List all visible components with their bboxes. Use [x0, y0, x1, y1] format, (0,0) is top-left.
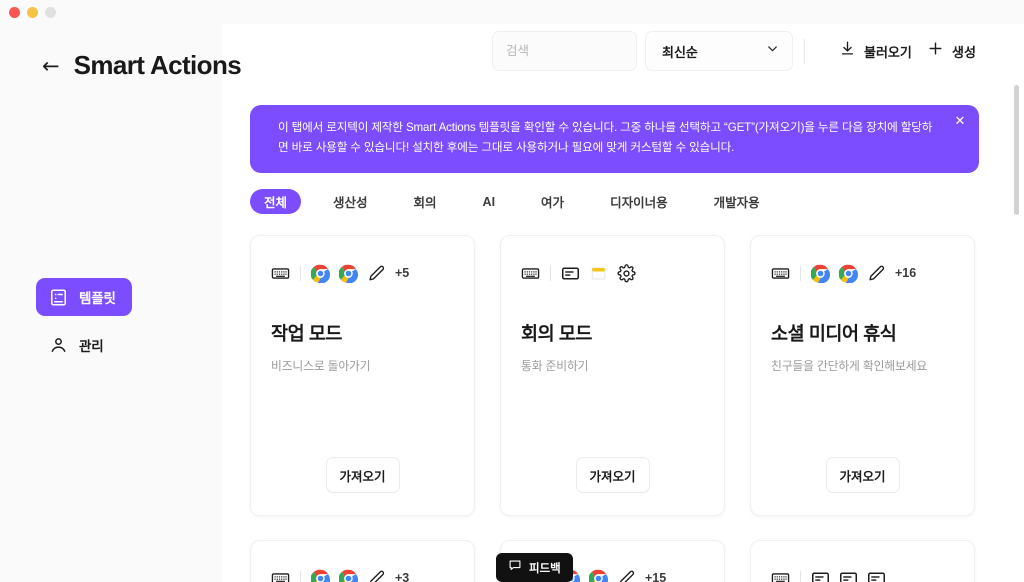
sort-selected-value: 최신순 [662, 44, 698, 60]
caption-icon [811, 569, 830, 582]
import-button[interactable]: 불러오기 [839, 31, 912, 71]
sidebar: 템플릿 관리 [0, 24, 222, 582]
pencil-icon [367, 264, 386, 283]
sticky-note-icon [589, 264, 608, 283]
keyboard-icon [271, 569, 290, 582]
window-maximize-button[interactable] [45, 6, 56, 18]
template-card-grid: +5 작업 모드 비즈니스로 돌아가기 가져오기 회의 모드 통화 준비하기 가… [250, 235, 1000, 582]
download-icon [839, 40, 856, 62]
chrome-icon [838, 264, 859, 283]
template-card[interactable]: 가져오기 [750, 540, 975, 582]
template-card[interactable]: 회의 모드 통화 준비하기 가져오기 [500, 235, 725, 516]
filter-chip-meeting[interactable]: 회의 [400, 189, 451, 214]
caption-icon [561, 264, 580, 283]
comment-icon [508, 558, 522, 577]
filter-chips: 전체 생산성 회의 AI 여가 디자이너용 개발자용 [250, 189, 792, 214]
template-card[interactable]: +16 소셜 미디어 휴식 친구들을 간단하게 확인해보세요 가져오기 [750, 235, 975, 516]
search-input[interactable] [506, 44, 667, 58]
plus-icon [927, 40, 944, 62]
icon-separator [800, 265, 801, 281]
header-divider [804, 39, 805, 64]
create-button-label: 생성 [952, 44, 976, 60]
card-icon-strip: +5 [271, 262, 454, 284]
filter-chip-productivity[interactable]: 생산성 [319, 189, 382, 214]
keyboard-icon [771, 569, 790, 582]
person-icon [49, 336, 68, 355]
caption-icon [839, 569, 858, 582]
card-get-button[interactable]: 가져오기 [325, 457, 400, 493]
filter-chip-all[interactable]: 전체 [250, 189, 302, 214]
filter-chip-designers[interactable]: 디자이너용 [596, 189, 682, 214]
card-get-button[interactable]: 가져오기 [575, 457, 650, 493]
card-title: 작업 모드 [271, 323, 342, 344]
pencil-icon [617, 569, 636, 582]
sidebar-item-templates-label: 템플릿 [79, 291, 116, 306]
chrome-icon [310, 569, 330, 582]
icon-separator [550, 265, 551, 281]
sidebar-item-manage-label: 관리 [79, 339, 104, 354]
card-extra-count: +15 [645, 571, 667, 582]
card-extra-count: +16 [895, 266, 917, 280]
chrome-icon [338, 569, 358, 582]
feedback-button[interactable]: 피드백 [496, 553, 573, 582]
icon-separator [300, 570, 301, 582]
sort-dropdown[interactable]: 최신순 [645, 31, 793, 71]
info-banner-text: 이 탭에서 로지텍이 제작한 Smart Actions 템플릿을 확인할 수 … [278, 121, 933, 154]
card-extra-count: +3 [395, 571, 410, 582]
card-icon-strip [771, 567, 954, 582]
sidebar-item-manage[interactable]: 관리 [36, 326, 119, 364]
chrome-icon [338, 264, 359, 283]
template-card[interactable]: +3 가져오기 [250, 540, 475, 582]
main-content: 이 탭에서 로지텍이 제작한 Smart Actions 템플릿을 확인할 수 … [222, 102, 1024, 582]
card-subtitle: 통화 준비하기 [521, 359, 589, 373]
scrollbar-thumb[interactable] [1014, 85, 1019, 215]
filter-chip-leisure[interactable]: 여가 [527, 189, 578, 214]
card-get-button[interactable]: 가져오기 [825, 457, 900, 493]
card-extra-count: +5 [395, 266, 410, 280]
card-subtitle: 친구들을 간단하게 확인해보세요 [771, 359, 928, 373]
import-button-label: 불러오기 [864, 44, 912, 60]
feedback-button-label: 피드백 [529, 562, 561, 575]
card-title: 소셜 미디어 휴식 [771, 323, 897, 344]
keyboard-icon [521, 264, 540, 283]
search-box[interactable] [492, 31, 681, 71]
card-title: 회의 모드 [521, 323, 592, 344]
card-row: +5 작업 모드 비즈니스로 돌아가기 가져오기 회의 모드 통화 준비하기 가… [250, 235, 1000, 516]
window-titlebar [0, 0, 1024, 24]
pencil-icon [367, 569, 386, 582]
icon-separator [300, 265, 301, 281]
keyboard-icon [771, 264, 790, 283]
pencil-icon [867, 264, 886, 283]
create-button[interactable]: 생성 [927, 31, 976, 71]
chrome-icon [588, 569, 608, 582]
header: ← Smart Actions 최신순 [42, 24, 1024, 102]
sidebar-item-templates[interactable]: 템플릿 [36, 278, 132, 316]
close-icon[interactable]: ✕ [952, 113, 968, 129]
template-card[interactable]: +5 작업 모드 비즈니스로 돌아가기 가져오기 [250, 235, 475, 516]
page-title: Smart Actions [73, 50, 242, 80]
card-icon-strip: +3 [271, 567, 454, 582]
info-banner: 이 탭에서 로지텍이 제작한 Smart Actions 템플릿을 확인할 수 … [250, 105, 979, 173]
back-button[interactable]: ← [42, 56, 60, 77]
chrome-icon [810, 264, 831, 283]
filter-chip-developers[interactable]: 개발자용 [700, 189, 774, 214]
template-icon [49, 288, 68, 307]
filter-chip-ai[interactable]: AI [469, 189, 510, 214]
page-title-group: ← Smart Actions [42, 50, 242, 81]
icon-separator [800, 570, 801, 582]
card-icon-strip: +16 [771, 262, 954, 284]
card-row: +3 가져오기 [250, 540, 1000, 582]
chrome-icon [310, 264, 331, 283]
app-window: 템플릿 관리 ← Smart Actions 검색 최신순 불러오기 생성 이 … [0, 0, 1024, 582]
caption-icon [867, 569, 886, 582]
card-icon-strip [521, 262, 704, 284]
chevron-down-icon[interactable] [765, 41, 780, 61]
window-minimize-button[interactable] [27, 6, 38, 18]
keyboard-icon [271, 264, 290, 283]
gear-icon [617, 263, 636, 283]
card-subtitle: 비즈니스로 돌아가기 [271, 359, 371, 373]
window-close-button[interactable] [9, 6, 20, 18]
